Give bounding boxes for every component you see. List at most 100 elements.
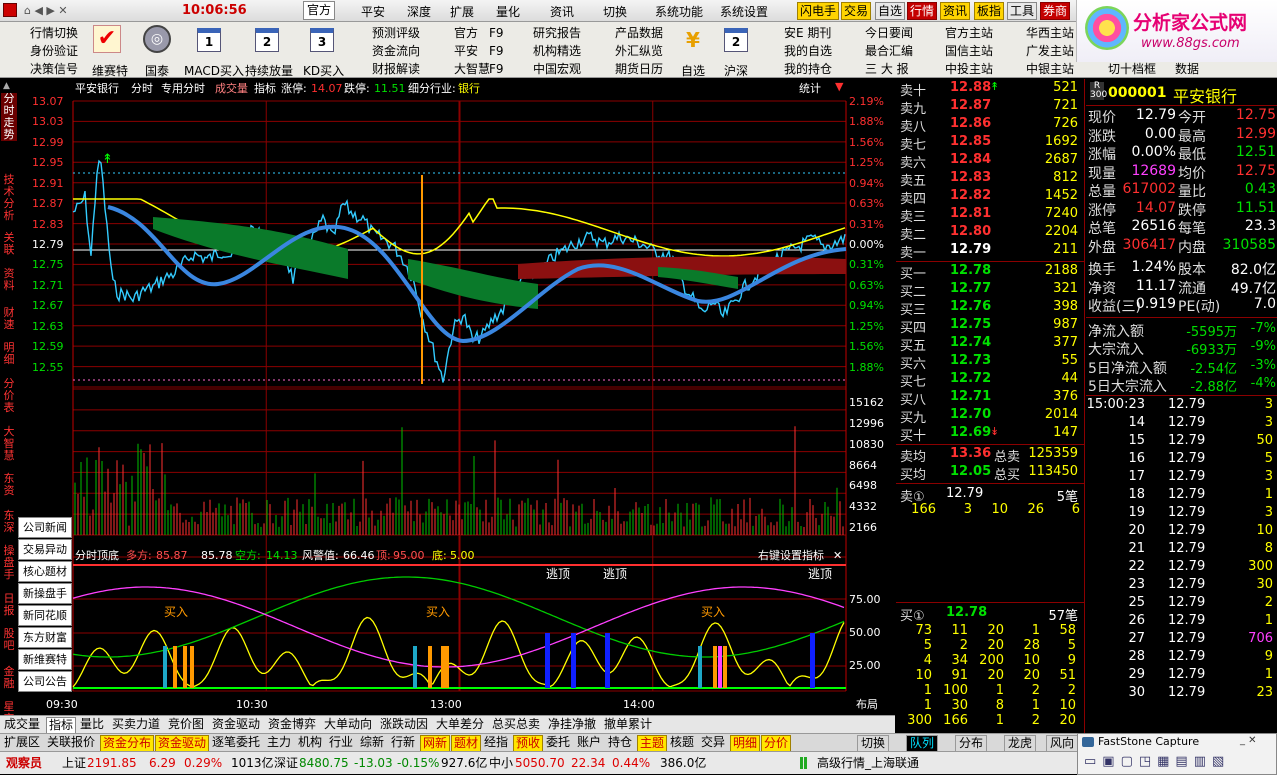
- tab-trade[interactable]: 交易: [841, 2, 872, 20]
- indicator-tab[interactable]: 资金博弈: [266, 717, 318, 732]
- side-tab[interactable]: 公司新闻: [18, 517, 72, 538]
- toolbar-volume[interactable]: 持续放量: [245, 62, 293, 79]
- indicator-tab[interactable]: 净挂净撤: [546, 717, 598, 732]
- window-ctrl-icon[interactable]: ⌂ ◀ ▶ ✕: [24, 4, 68, 17]
- ask-price[interactable]: 12.85: [950, 134, 991, 149]
- extension-tab[interactable]: 机构: [296, 735, 324, 750]
- menu-item-system-func[interactable]: 系统功能: [655, 3, 703, 20]
- toolbar-my-holdings[interactable]: 我的持仓: [770, 62, 832, 76]
- side-tab[interactable]: 新维赛特: [18, 649, 72, 670]
- menu-item-depth[interactable]: 深度: [407, 3, 431, 20]
- calendar-icon[interactable]: 2: [255, 28, 279, 52]
- bid-price[interactable]: 12.78: [950, 263, 991, 278]
- tab-quotes[interactable]: 行情: [907, 2, 938, 20]
- bid-price[interactable]: 12.71: [950, 389, 991, 404]
- menu-item-switch[interactable]: 切换: [603, 3, 627, 20]
- toolbar-report[interactable]: 财报解读: [358, 62, 420, 76]
- ask-price[interactable]: 12.80: [950, 224, 991, 239]
- bid-price[interactable]: 12.72: [950, 371, 991, 386]
- observer-label[interactable]: 观察员: [6, 755, 42, 771]
- sidebar-item-finance-news[interactable]: 金融: [1, 666, 17, 690]
- toolbar-rating[interactable]: 预测评级: [358, 26, 420, 40]
- toolbar-signal[interactable]: 决策信号: [18, 62, 78, 76]
- close-icon[interactable]: ✕: [833, 549, 842, 562]
- tab-broker[interactable]: 券商: [1040, 2, 1071, 20]
- ask-price[interactable]: 12.79: [950, 242, 991, 257]
- indicator-tab[interactable]: 涨跌动因: [378, 717, 430, 732]
- calendar-icon[interactable]: 1: [197, 28, 221, 52]
- toolbar-journal[interactable]: 安E 期刊: [770, 26, 831, 40]
- ask-price[interactable]: 12.86: [950, 116, 991, 131]
- toolbar-futures[interactable]: 期货日历: [601, 62, 663, 76]
- server-name[interactable]: 高级行情_上海联通: [817, 755, 919, 771]
- toolbar-official-site[interactable]: 官方主站: [931, 26, 993, 40]
- side-tab[interactable]: 东方财富: [18, 627, 72, 648]
- toolbar-dzh-f9[interactable]: 大智慧: [440, 62, 490, 76]
- chart-area[interactable]: ↟买入买入买入逃顶逃顶逃顶‹ › ↑ ↓ 平安银行 分时 专用分时 成交量 指标…: [18, 79, 895, 715]
- extension-tab[interactable]: 预收: [513, 735, 544, 752]
- extension-tab[interactable]: 资金驱动: [155, 735, 210, 752]
- indicator-tab[interactable]: 大单动向: [322, 717, 374, 732]
- sidebar-item-detail[interactable]: 明细: [1, 342, 17, 366]
- indicator-tab[interactable]: 撤单累计: [602, 717, 654, 732]
- toolbar-digest[interactable]: 最合汇编: [851, 44, 913, 58]
- toolbar-auth[interactable]: 身份验证: [18, 44, 78, 58]
- tab-board[interactable]: 板指: [974, 2, 1005, 20]
- panel-tab[interactable]: 队列: [906, 735, 939, 752]
- tab-flash[interactable]: 闪电手: [797, 2, 840, 20]
- sidebar-item-forum[interactable]: 股吧: [1, 628, 17, 652]
- bid-price[interactable]: 12.77: [950, 281, 991, 296]
- extension-tab[interactable]: 分价: [761, 735, 792, 752]
- menu-item-extend[interactable]: 扩展: [450, 3, 474, 20]
- bid-price[interactable]: 12.75: [950, 317, 991, 332]
- extension-tab[interactable]: 持仓: [606, 735, 634, 750]
- layout-button[interactable]: 布局: [856, 698, 878, 711]
- panel-tab[interactable]: 分布: [955, 735, 988, 752]
- menu-item-news[interactable]: 资讯: [550, 3, 574, 20]
- toolbar-quote-switch[interactable]: 行情切换: [18, 26, 78, 40]
- stats-arrow-icon[interactable]: ▼: [835, 80, 843, 93]
- sidebar-item-profile[interactable]: 资料: [1, 268, 17, 292]
- extension-tab[interactable]: 逐笔委托: [210, 735, 262, 750]
- tab-tools[interactable]: 工具: [1007, 2, 1038, 20]
- extension-tab[interactable]: 核题: [668, 735, 696, 750]
- toolbar-hushen[interactable]: 沪深: [724, 62, 748, 79]
- extension-tab[interactable]: 扩展区: [2, 735, 42, 750]
- toolbar-product-data[interactable]: 产品数据: [601, 26, 663, 40]
- extension-tab[interactable]: 行业: [327, 735, 355, 750]
- indicator-tab[interactable]: 买卖力道: [110, 717, 162, 732]
- extension-tab[interactable]: 题材: [451, 735, 482, 752]
- toolbar-my-watch[interactable]: 我的自选: [770, 44, 832, 58]
- indicator-tab[interactable]: 大单差分: [434, 717, 486, 732]
- side-tab[interactable]: 新同花顺: [18, 605, 72, 626]
- ask-price[interactable]: 12.81: [950, 206, 991, 221]
- toolbar-fund-flow[interactable]: 资金流向: [358, 44, 420, 58]
- side-tab[interactable]: 公司公告: [18, 671, 72, 692]
- extension-tab[interactable]: 资金分布: [100, 735, 155, 752]
- scroll-up-icon[interactable]: ▲: [3, 81, 10, 91]
- gauge-icon[interactable]: ◎: [143, 25, 171, 53]
- sidebar-item-finance[interactable]: 财速: [1, 307, 17, 331]
- sidebar-item-dongzi[interactable]: 东资: [1, 473, 17, 497]
- toolbar-guotai[interactable]: 国泰: [145, 62, 169, 79]
- window-buttons-icon[interactable]: _ ✕: [1240, 735, 1257, 746]
- calendar-icon[interactable]: 2: [724, 28, 748, 52]
- toolbar-official-f9[interactable]: 官方: [440, 26, 478, 40]
- toolbar-three-papers[interactable]: 三 大 报: [851, 62, 909, 76]
- bid-price[interactable]: 12.76: [950, 299, 991, 314]
- panel-tab[interactable]: 风向: [1046, 735, 1079, 752]
- ask-price[interactable]: 12.88: [950, 80, 991, 95]
- toolbar-headlines[interactable]: 今日要闻: [851, 26, 913, 40]
- toolbar-zhongtou-site[interactable]: 中投主站: [931, 62, 993, 76]
- toolbar-data[interactable]: 数据: [1175, 62, 1199, 76]
- panel-tab[interactable]: 切换: [857, 735, 890, 752]
- indicator-tab[interactable]: 竞价图: [166, 717, 206, 732]
- menu-item-pingan[interactable]: 平安: [361, 3, 385, 20]
- indicator-menu[interactable]: 指标: [254, 82, 276, 95]
- sidebar-item-trader[interactable]: 操盘手: [1, 545, 17, 581]
- intraday-chart[interactable]: ↟买入买入买入逃顶逃顶逃顶‹ › ↑ ↓: [18, 79, 895, 715]
- toolbar-institution[interactable]: 机构精选: [519, 44, 581, 58]
- toolbar-self-select[interactable]: 自选: [681, 62, 705, 79]
- side-tab[interactable]: 核心题材: [18, 561, 72, 582]
- indicator-volume[interactable]: 成交量: [215, 82, 248, 95]
